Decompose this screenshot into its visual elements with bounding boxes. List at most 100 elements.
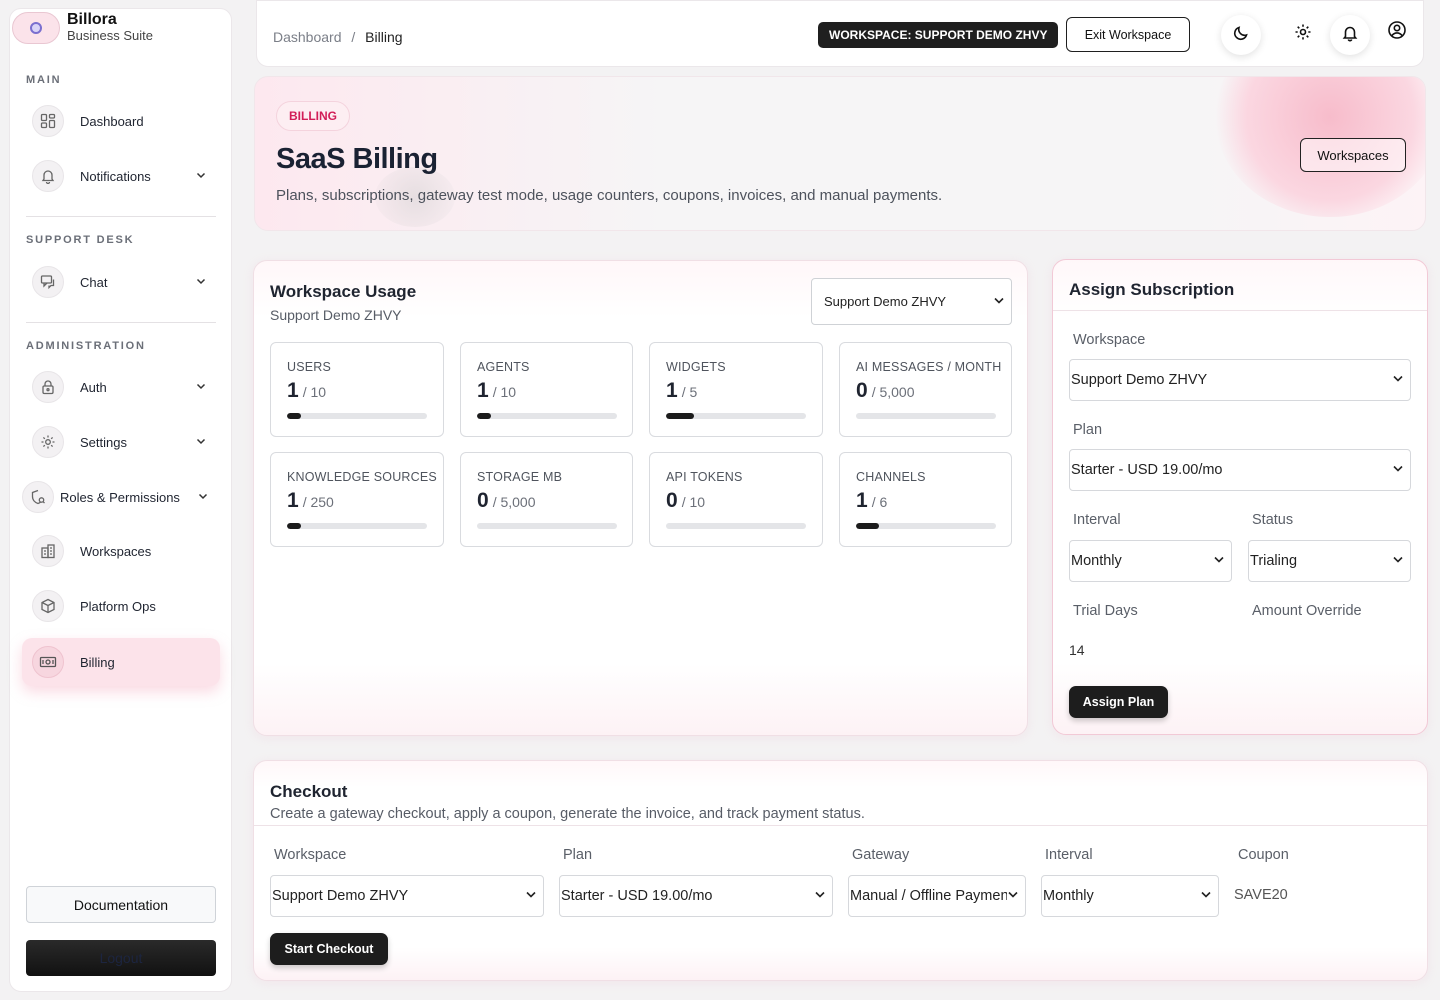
select-value: Support Demo ZHVY — [824, 294, 947, 309]
metric-label: KNOWLEDGE SOURCES — [287, 470, 437, 484]
metric-label: CHANNELS — [856, 470, 926, 484]
usage-metric-tile: WIDGETS 1/ 5 — [649, 342, 823, 437]
workspaces-button[interactable]: Workspaces — [1300, 138, 1406, 172]
metric-value: 1/ 250 — [287, 489, 334, 512]
chevron-down-icon — [196, 273, 206, 291]
coupon-input[interactable]: SAVE20 — [1234, 887, 1288, 903]
select-value: Monthly — [1043, 888, 1094, 904]
assign-interval-select[interactable]: Monthly — [1069, 540, 1232, 582]
metric-progress-bar — [477, 523, 617, 529]
amount-override-input[interactable] — [1248, 642, 1411, 662]
metric-progress-bar — [666, 413, 806, 419]
metric-label: WIDGETS — [666, 360, 726, 374]
metric-max: / 5,000 — [871, 384, 915, 400]
metric-max: / 6 — [871, 494, 888, 510]
chevron-down-icon — [525, 888, 537, 904]
brand[interactable]: Billora Business Suite — [12, 11, 153, 44]
chevron-down-icon — [1392, 553, 1404, 569]
brand-logo-icon — [12, 11, 60, 44]
checkout-plan-select[interactable]: Starter - USD 19.00/mo — [559, 875, 833, 917]
sidebar: Billora Business Suite MAIN Dashboard No… — [9, 8, 232, 992]
profile-button[interactable] — [1377, 12, 1417, 52]
metric-max: / 10 — [681, 494, 706, 510]
settings-button[interactable] — [1283, 14, 1323, 54]
documentation-button[interactable]: Documentation — [26, 886, 216, 923]
exit-workspace-button[interactable]: Exit Workspace — [1066, 17, 1190, 52]
usage-metric-tile: API TOKENS 0/ 10 — [649, 452, 823, 547]
sidebar-item-label: Settings — [80, 434, 127, 450]
interval-label: Interval — [1045, 847, 1093, 863]
trial-days-input[interactable]: 14 — [1069, 642, 1085, 658]
chevron-down-icon — [196, 378, 206, 396]
sidebar-item-roles-permissions[interactable]: Roles & Permissions — [22, 473, 220, 521]
breadcrumb: Dashboard / Billing — [273, 29, 403, 45]
sidebar-item-label: Platform Ops — [80, 598, 156, 614]
logout-button[interactable]: Logout — [26, 940, 216, 976]
chevron-down-icon — [1392, 372, 1404, 388]
checkout-workspace-select[interactable]: Support Demo ZHVY — [270, 875, 544, 917]
workspace-usage-card: Workspace Usage Support Demo ZHVY Suppor… — [253, 260, 1028, 736]
interval-label: Interval — [1073, 512, 1121, 528]
dark-mode-toggle[interactable] — [1221, 15, 1261, 55]
sidebar-item-workspaces[interactable]: Workspaces — [22, 527, 220, 575]
start-checkout-button[interactable]: Start Checkout — [270, 933, 388, 965]
moon-icon — [1232, 24, 1250, 47]
sidebar-item-auth[interactable]: Auth — [22, 363, 220, 411]
checkout-card: Checkout Create a gateway checkout, appl… — [253, 760, 1428, 981]
metric-progress-bar — [856, 413, 996, 419]
metric-label: AI MESSAGES / MONTH — [856, 360, 1002, 374]
metric-value: 1/ 10 — [287, 379, 327, 402]
sidebar-item-billing[interactable]: Billing — [22, 638, 220, 686]
money-icon — [32, 646, 64, 678]
bell-icon — [1341, 24, 1359, 47]
notifications-button[interactable] — [1330, 15, 1370, 55]
page-hero: BILLING SaaS Billing Plans, subscription… — [254, 76, 1426, 231]
assign-plan-select[interactable]: Starter - USD 19.00/mo — [1069, 449, 1411, 491]
sidebar-item-chat[interactable]: Chat — [22, 258, 220, 306]
chevron-down-icon — [1200, 888, 1212, 904]
card-divider — [1053, 310, 1427, 311]
trial-days-label: Trial Days — [1073, 603, 1138, 619]
metric-value: 0/ 10 — [666, 489, 706, 512]
usage-workspace-select[interactable]: Support Demo ZHVY — [811, 278, 1012, 325]
dashboard-icon — [32, 105, 64, 137]
section-label-admin: ADMINISTRATION — [26, 340, 146, 352]
usage-metric-tile: AGENTS 1/ 10 — [460, 342, 633, 437]
bell-icon — [32, 160, 64, 192]
sidebar-item-notifications[interactable]: Notifications — [22, 152, 220, 200]
section-label-support: SUPPORT DESK — [26, 234, 135, 246]
workspace-label: Workspace — [274, 847, 347, 863]
assign-plan-button[interactable]: Assign Plan — [1069, 686, 1168, 718]
amount-override-label: Amount Override — [1252, 603, 1362, 619]
sidebar-item-label: Chat — [80, 274, 108, 290]
checkout-interval-select[interactable]: Monthly — [1041, 875, 1219, 917]
checkout-gateway-select[interactable]: Manual / Offline Payment — [848, 875, 1026, 917]
status-label: Status — [1252, 512, 1294, 528]
assign-workspace-select[interactable]: Support Demo ZHVY — [1069, 359, 1411, 401]
chevron-down-icon — [1392, 462, 1404, 478]
chevron-down-icon — [1007, 888, 1019, 904]
metric-value: 0/ 5,000 — [477, 489, 536, 512]
metric-value: 1/ 5 — [666, 379, 698, 402]
metric-value: 0/ 5,000 — [856, 379, 915, 402]
metric-progress-fill — [477, 413, 491, 419]
select-value: Manual / Offline Payment — [850, 888, 1007, 904]
breadcrumb-separator: / — [351, 29, 356, 45]
sidebar-item-label: Billing — [80, 654, 115, 670]
workspace-badge: WORKSPACE: SUPPORT DEMO ZHVY — [818, 22, 1059, 48]
breadcrumb-dashboard-link[interactable]: Dashboard — [273, 29, 342, 45]
card-title: Checkout — [270, 782, 348, 801]
sidebar-item-settings[interactable]: Settings — [22, 418, 220, 466]
lock-icon — [32, 371, 64, 403]
sidebar-item-dashboard[interactable]: Dashboard — [22, 97, 220, 145]
assign-status-select[interactable]: Trialing — [1248, 540, 1411, 582]
sidebar-item-label: Roles & Permissions — [60, 489, 180, 505]
chevron-down-icon — [993, 294, 1005, 309]
metric-progress-fill — [287, 523, 301, 529]
workspace-label: Workspace — [1073, 332, 1146, 348]
sidebar-item-platform-ops[interactable]: Platform Ops — [22, 582, 220, 630]
metric-progress-fill — [287, 413, 301, 419]
plan-label: Plan — [563, 847, 593, 863]
usage-metric-tile: KNOWLEDGE SOURCES 1/ 250 — [270, 452, 444, 547]
metric-progress-bar — [287, 523, 427, 529]
